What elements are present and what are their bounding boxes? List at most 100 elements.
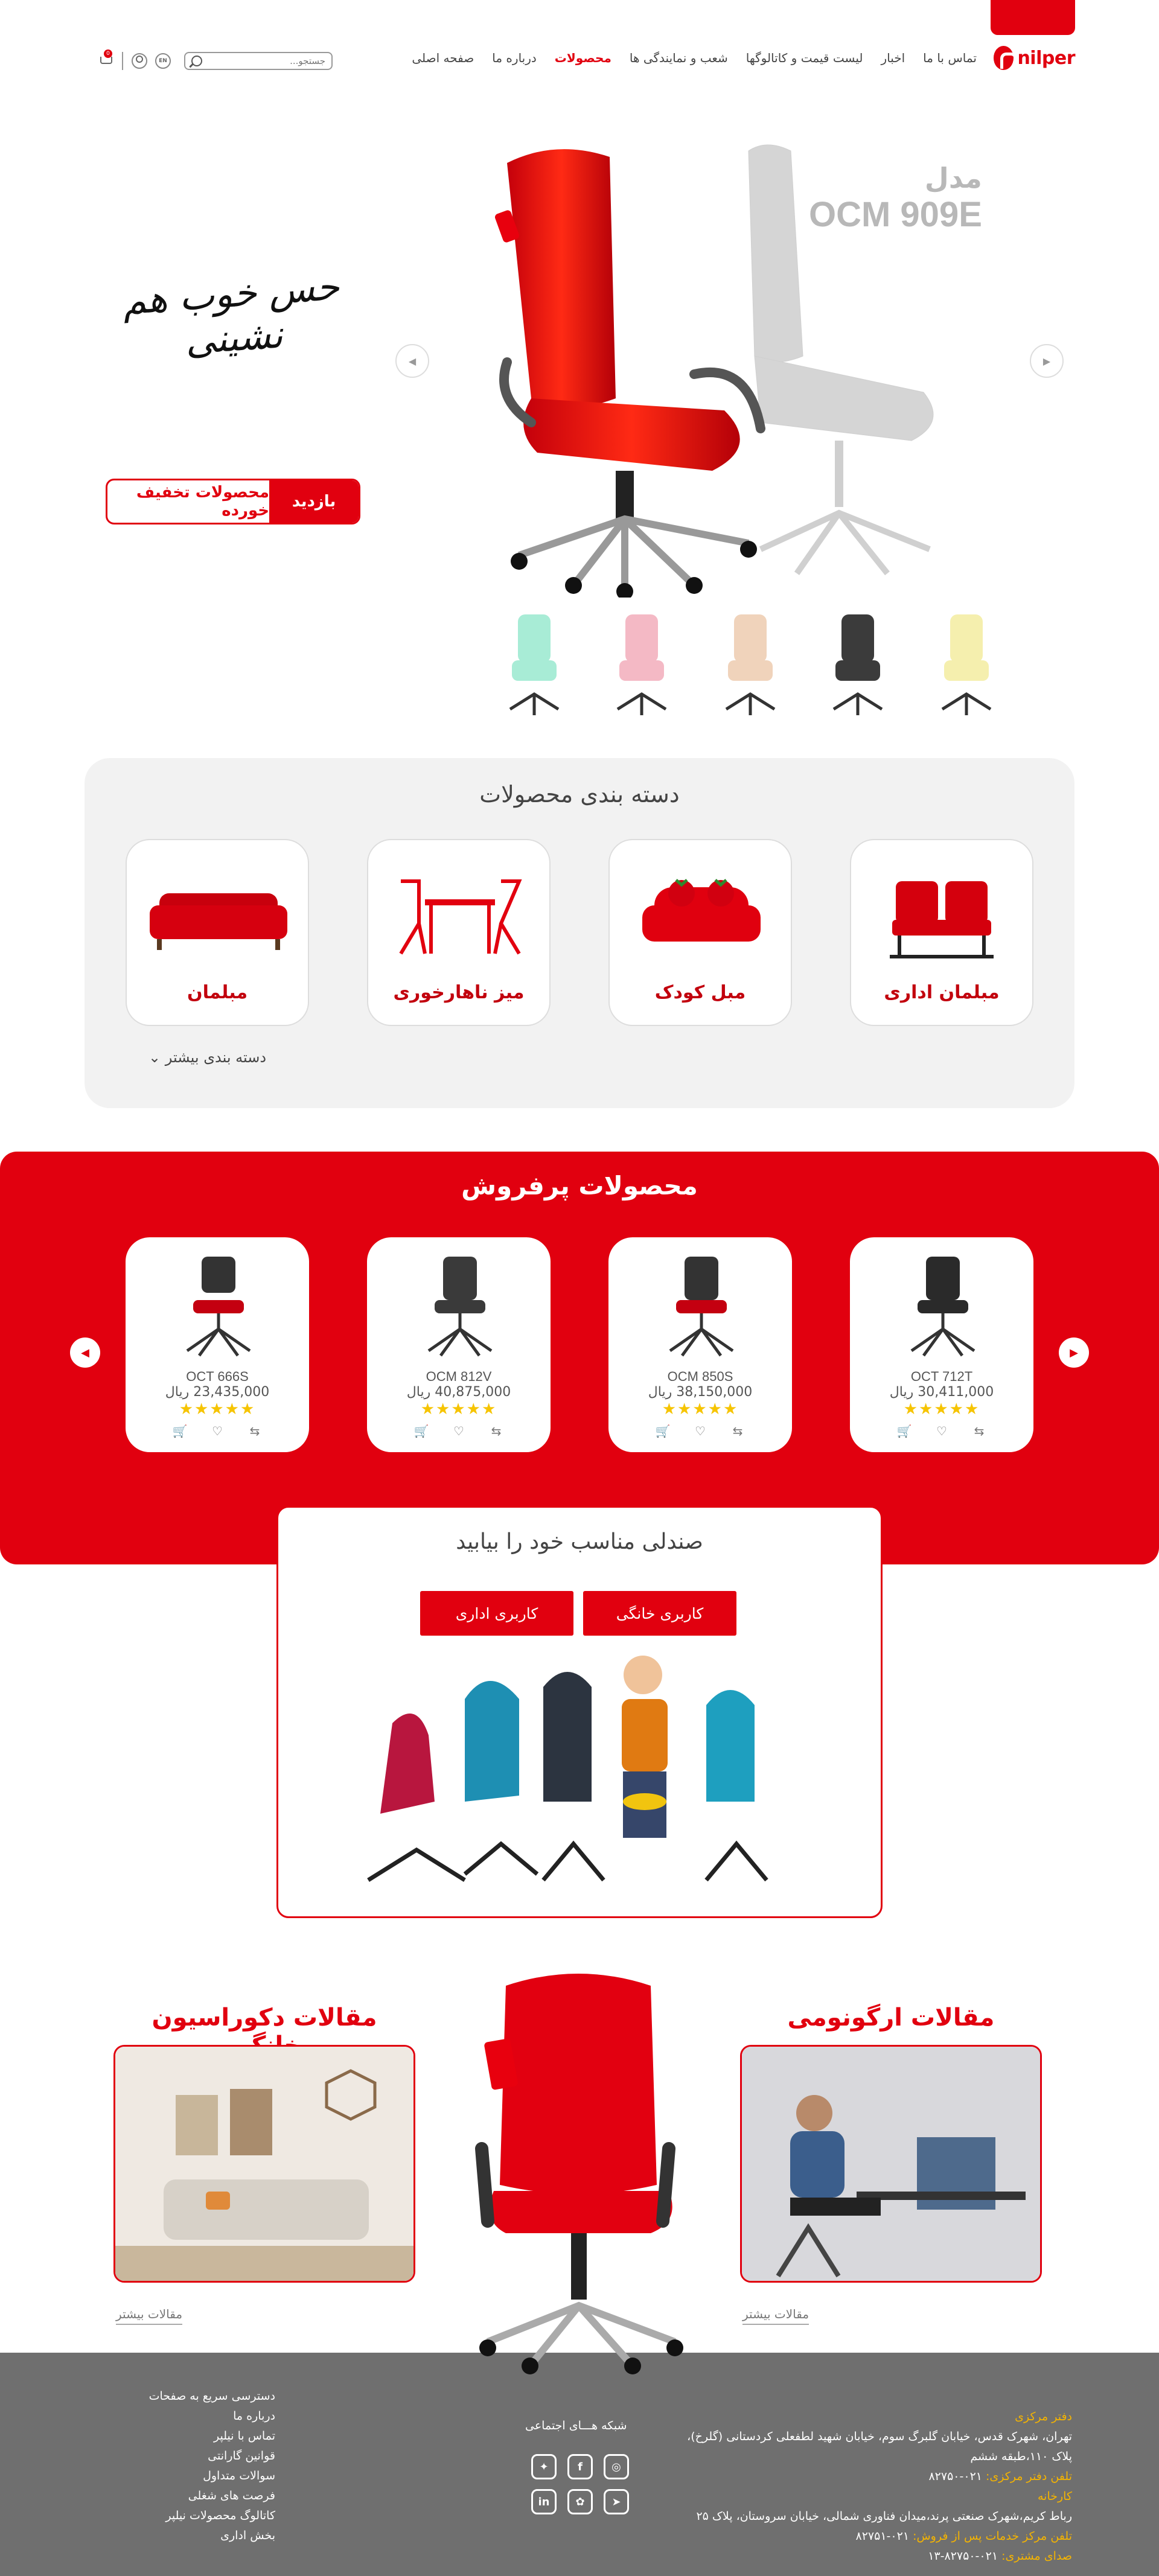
hero-next-arrow-icon[interactable]: ▶ <box>1030 344 1064 378</box>
compare-icon[interactable]: ⇆ <box>728 1423 747 1439</box>
facebook-icon[interactable]: f <box>567 2454 593 2479</box>
best-next-arrow-icon[interactable]: ▶ <box>1059 1337 1089 1368</box>
nav-home[interactable]: صفحه اصلی <box>412 51 474 65</box>
nav-about[interactable]: درباره ما <box>492 51 537 65</box>
quick-link-about[interactable]: درباره ما <box>118 2406 275 2426</box>
category-card-furniture[interactable]: مبلمان <box>126 839 309 1026</box>
add-to-cart-icon[interactable]: 🛒 <box>170 1423 190 1439</box>
nav-branches[interactable]: شعب و نمایندگی ها <box>630 51 728 65</box>
best-sellers-title: محصولات پرفروش <box>461 1171 698 1200</box>
instagram-icon[interactable]: ◎ <box>604 2454 629 2479</box>
compare-icon[interactable]: ⇆ <box>969 1423 989 1439</box>
discount-products-label: محصولات تخفیف خورده <box>136 483 269 520</box>
wishlist-heart-icon[interactable]: ♡ <box>691 1423 710 1439</box>
kids-sofa-image <box>642 879 761 942</box>
category-card-dining-table[interactable]: میز ناهارخوری <box>367 839 551 1026</box>
product-card[interactable]: OCM 850S 38,150,000 ریال ★★★★★ 🛒 ♡ ⇆ <box>608 1237 792 1452</box>
user-icon[interactable] <box>132 53 147 69</box>
quick-links-title: دسترسی سریع به صفحات <box>148 2389 275 2403</box>
best-prev-arrow-icon[interactable]: ◀ <box>70 1337 100 1368</box>
category-label: مبل کودک <box>654 982 746 1003</box>
ergonomics-article-image[interactable] <box>740 2045 1042 2283</box>
rating-stars: ★★★★★ <box>179 1400 256 1418</box>
visit-button[interactable]: بازدید <box>269 480 359 523</box>
nilper-logo[interactable]: nilper <box>994 45 1075 71</box>
ergonomics-articles-title: مقالات ارگونومی <box>787 2004 995 2032</box>
compare-icon[interactable]: ⇆ <box>245 1423 264 1439</box>
category-label: مبلمان اداری <box>884 982 1000 1003</box>
product-model: OCM 812V <box>426 1369 492 1384</box>
swatch-chair-yellow[interactable] <box>933 610 1000 718</box>
product-image <box>427 1257 493 1357</box>
man-at-desk-image <box>742 2047 1040 2281</box>
swatch-chair-pink[interactable] <box>608 610 675 718</box>
service-phone[interactable]: ۰۲۱-۸۲۷۵۱ <box>856 2530 910 2543</box>
twitter-icon[interactable]: ✦ <box>531 2454 557 2479</box>
hq-phone[interactable]: ۰۲۱-۸۲۷۵۰ <box>928 2470 982 2483</box>
more-categories-link[interactable]: دسته بندی بیشتر ⌄ <box>148 1049 266 1066</box>
swatch-chair-mint[interactable] <box>501 610 567 718</box>
more-categories-label: دسته بندی بیشتر <box>165 1049 267 1066</box>
factory-label: کارخانه <box>1037 2490 1072 2503</box>
chevron-down-icon: ⌄ <box>148 1049 161 1066</box>
linkedin-icon[interactable]: in <box>531 2489 557 2514</box>
product-price: 40,875,000 ریال <box>406 1385 511 1400</box>
telegram-icon[interactable]: ➤ <box>604 2489 629 2514</box>
nav-price-list[interactable]: لیست قیمت و کاتالوگها <box>746 51 863 65</box>
quick-link-warranty[interactable]: قوانین گارانتی <box>118 2446 275 2466</box>
product-card[interactable]: OCT 712T 30,411,000 ریال ★★★★★ 🛒 ♡ ⇆ <box>850 1237 1033 1452</box>
more-decoration-articles-link[interactable]: مقالات بیشتر <box>116 2307 183 2325</box>
aparat-icon[interactable]: ✿ <box>567 2489 593 2514</box>
social-networks-title: شبکه هـــای اجتماعی <box>525 2419 627 2432</box>
add-to-cart-icon[interactable]: 🛒 <box>895 1423 914 1439</box>
hq-address-line-1: تهران، شهرک قدس، خیابان گلبرگ سوم، خیابا… <box>687 2430 1072 2443</box>
office-use-button[interactable]: کاربری اداری <box>420 1591 573 1636</box>
decoration-article-image[interactable] <box>113 2045 415 2283</box>
quick-link-contact[interactable]: تماس با نیلپر <box>118 2426 275 2446</box>
search-box[interactable] <box>184 52 333 70</box>
home-use-button[interactable]: کاربری خانگی <box>583 1591 736 1636</box>
product-image <box>186 1257 251 1357</box>
quick-link-catalog[interactable]: کاتالوگ محصولات نیلپر <box>118 2506 275 2526</box>
hero-chair-image <box>495 149 765 598</box>
product-card[interactable]: OCT 666S 23,435,000 ریال ★★★★★ 🛒 ♡ ⇆ <box>126 1237 309 1452</box>
cart-count-badge: 0 <box>104 49 112 58</box>
product-model: OCT 712T <box>910 1369 973 1384</box>
swatch-chair-beige[interactable] <box>717 610 784 718</box>
nav-products[interactable]: محصولات <box>555 51 611 65</box>
quick-link-careers[interactable]: فرصت های شغلی <box>118 2486 275 2506</box>
product-model: OCT 666S <box>186 1369 249 1384</box>
wishlist-heart-icon[interactable]: ♡ <box>208 1423 227 1439</box>
product-image <box>910 1257 975 1357</box>
factory-address: رباط کریم،شهرک صنعتی پرند،میدان فناوری ش… <box>696 2510 1072 2523</box>
add-to-cart-icon[interactable]: 🛒 <box>653 1423 672 1439</box>
nav-news[interactable]: اخبار <box>881 51 905 65</box>
header-divider <box>122 52 123 70</box>
quick-link-admin[interactable]: بخش اداری <box>118 2526 275 2546</box>
discount-products-button[interactable]: محصولات تخفیف خورده بازدید <box>106 479 360 524</box>
compare-icon[interactable]: ⇆ <box>487 1423 506 1439</box>
category-label: میز ناهارخوری <box>393 982 525 1003</box>
featured-red-chair-image <box>475 1974 683 2374</box>
rating-stars: ★★★★★ <box>903 1400 980 1418</box>
hero-prev-arrow-icon[interactable]: ◀ <box>395 344 429 378</box>
wishlist-heart-icon[interactable]: ♡ <box>932 1423 951 1439</box>
nav-contact[interactable]: تماس با ما <box>923 51 977 65</box>
add-to-cart-icon[interactable]: 🛒 <box>412 1423 431 1439</box>
categories-title: دسته بندی محصولات <box>479 781 680 808</box>
category-card-kids-sofa[interactable]: مبل کودک <box>608 839 792 1026</box>
more-ergonomics-articles-link[interactable]: مقالات بیشتر <box>742 2307 809 2325</box>
product-card[interactable]: OCM 812V 40,875,000 ریال ★★★★★ 🛒 ♡ ⇆ <box>367 1237 551 1452</box>
quick-link-faq[interactable]: سوالات متداول <box>118 2466 275 2486</box>
product-actions: 🛒 ♡ ⇆ <box>170 1423 264 1439</box>
language-switch[interactable]: EN <box>155 53 171 69</box>
swatch-chair-black[interactable] <box>825 610 891 718</box>
search-input[interactable] <box>205 56 325 66</box>
search-icon[interactable] <box>191 56 202 66</box>
wishlist-heart-icon[interactable]: ♡ <box>449 1423 468 1439</box>
category-card-office-furniture[interactable]: مبلمان اداری <box>850 839 1033 1026</box>
cart-icon[interactable]: 0 <box>98 49 115 68</box>
dining-table-image <box>399 879 522 955</box>
office-furniture-image <box>890 881 994 958</box>
customer-voice-phone[interactable]: ۰۲۱-۸۲۷۵۰-۱۳ <box>928 2549 998 2563</box>
